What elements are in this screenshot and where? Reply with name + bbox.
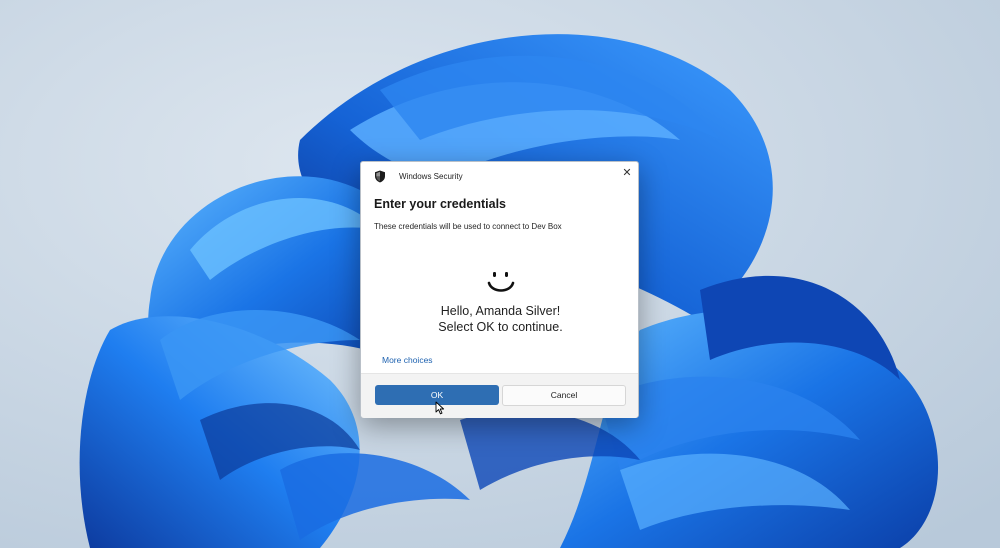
dialog-subtext: These credentials will be used to connec…: [374, 222, 562, 231]
cancel-button[interactable]: Cancel: [502, 385, 626, 406]
cursor-icon: [435, 401, 445, 415]
dialog-app-title: Windows Security: [399, 172, 463, 181]
dialog-footer: OK Cancel: [361, 373, 638, 418]
more-choices-link[interactable]: More choices: [382, 355, 433, 365]
close-button[interactable]: ✕: [617, 164, 637, 182]
desktop: Windows Security ✕ Enter your credential…: [0, 0, 1000, 548]
credentials-dialog: Windows Security ✕ Enter your credential…: [360, 161, 639, 418]
close-icon: ✕: [622, 167, 632, 179]
instruction-line: Select OK to continue.: [438, 320, 563, 334]
shield-icon: [375, 170, 385, 183]
dialog-heading: Enter your credentials: [374, 197, 506, 211]
greeting-line: Hello, Amanda Silver!: [440, 304, 561, 318]
dialog-titlebar: Windows Security ✕: [361, 162, 640, 192]
smiley-icon: [487, 272, 515, 292]
